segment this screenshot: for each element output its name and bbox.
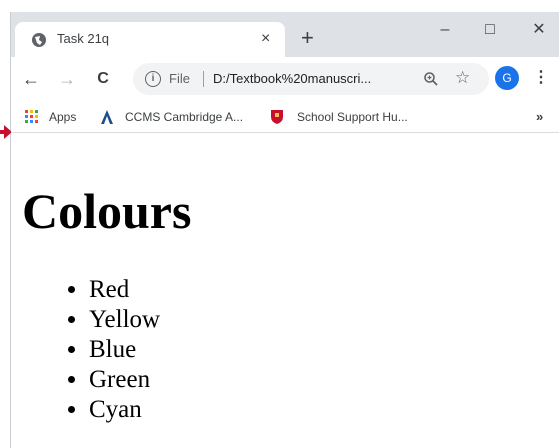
bookmark-label: Apps	[49, 110, 77, 124]
bookmark-ccms[interactable]: CCMS Cambridge A...	[99, 107, 269, 127]
menu-icon[interactable]: ⋮	[533, 67, 549, 89]
list-item: Yellow	[89, 305, 160, 335]
title-bar: Task 21q × + – □ ✕	[11, 12, 559, 57]
list-item: Cyan	[89, 395, 160, 425]
back-arrow-icon[interactable]: ←	[21, 69, 41, 89]
forward-arrow-icon[interactable]: →	[57, 69, 77, 89]
url-text[interactable]: D:/Textbook%20manuscri...	[213, 71, 371, 86]
bookmark-label: School Support Hu...	[297, 110, 408, 124]
browser-window: Task 21q × + – □ ✕ ← → C i File D:/Textb…	[11, 12, 559, 448]
close-window-button[interactable]: ✕	[527, 20, 551, 42]
colour-list: Red Yellow Blue Green Cyan	[43, 275, 160, 425]
bookmark-star-icon[interactable]: ☆	[455, 68, 470, 88]
tab-title: Task 21q	[57, 31, 110, 46]
bookmarks-overflow-icon[interactable]: »	[536, 109, 543, 124]
profile-avatar[interactable]: G	[495, 66, 519, 90]
bookmarks-bar: Apps CCMS Cambridge A... School Support …	[11, 101, 559, 133]
list-item: Green	[89, 365, 160, 395]
apps-grid-icon	[25, 110, 39, 124]
zoom-icon[interactable]	[423, 71, 439, 87]
navigation-toolbar: ← → C i File D:/Textbook%20manuscri... ☆…	[11, 57, 559, 101]
reload-icon[interactable]: C	[93, 69, 113, 89]
page-content: Colours Red Yellow Blue Green Cyan	[11, 133, 559, 448]
url-separator	[203, 71, 204, 87]
tab-task-21q[interactable]: Task 21q ×	[15, 22, 285, 57]
address-bar[interactable]: i File D:/Textbook%20manuscri... ☆	[133, 63, 489, 95]
tab-close-icon[interactable]: ×	[261, 31, 270, 47]
list-item: Red	[89, 275, 160, 305]
new-tab-button[interactable]: +	[301, 27, 314, 49]
ccms-logo-icon	[101, 110, 113, 124]
maximize-button[interactable]: □	[478, 20, 502, 42]
url-scheme: File	[169, 71, 190, 86]
bookmark-label: CCMS Cambridge A...	[125, 110, 244, 124]
bookmark-school-support[interactable]: School Support Hu...	[269, 107, 439, 127]
minimize-button[interactable]: –	[433, 20, 457, 42]
globe-icon	[32, 33, 46, 47]
info-icon[interactable]: i	[145, 71, 161, 87]
list-item: Blue	[89, 335, 160, 365]
bookmark-apps[interactable]: Apps	[25, 107, 91, 127]
cambridge-shield-icon	[271, 110, 283, 124]
page-heading: Colours	[22, 183, 192, 239]
